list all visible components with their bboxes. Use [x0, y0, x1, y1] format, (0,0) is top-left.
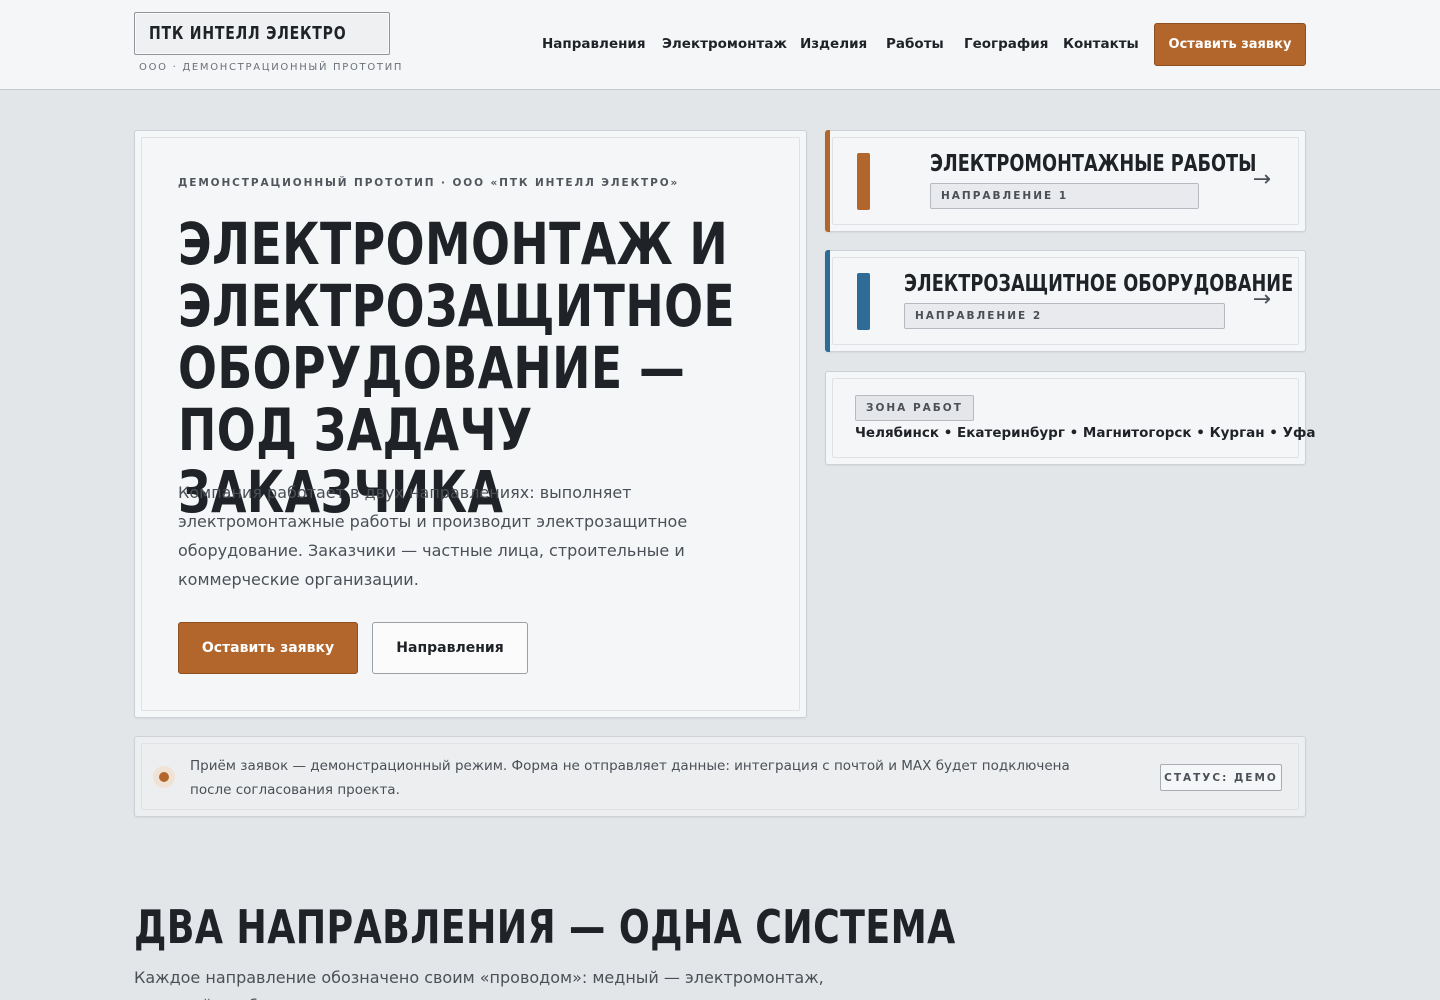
direction-card-equipment[interactable]: ЭЛЕКТРОЗАЩИТНОЕ ОБОРУДОВАНИЕ НАПРАВЛЕНИЕ…: [825, 250, 1306, 352]
section-description: Каждое направление обозначено своим «про…: [134, 968, 824, 1000]
section-title: ДВА НАПРАВЛЕНИЯ — ОДНА СИСТЕМА: [134, 900, 956, 954]
direction-title: ЭЛЕКТРОЗАЩИТНОЕ ОБОРУДОВАНИЕ: [904, 271, 1294, 297]
direction-card-electromontage[interactable]: ЭЛЕКТРОМОНТАЖНЫЕ РАБОТЫ НАПРАВЛЕНИЕ 1 →: [825, 130, 1306, 232]
logo-subtitle: ООО · ДЕМОНСТРАЦИОННЫЙ ПРОТОТИП: [139, 62, 404, 73]
zone-cities: Челябинск • Екатеринбург • Магнитогорск …: [855, 425, 1316, 441]
direction-tag: НАПРАВЛЕНИЕ 1: [930, 183, 1199, 209]
hero-eyebrow: ДЕМОНСТРАЦИОННЫЙ ПРОТОТИП · ООО «ПТК ИНТ…: [178, 177, 680, 189]
hero-card: ДЕМОНСТРАЦИОННЫЙ ПРОТОТИП · ООО «ПТК ИНТ…: [134, 130, 807, 718]
site-header: ПТК ИНТЕЛЛ ЭЛЕКТРО ООО · ДЕМОНСТРАЦИОННЫ…: [0, 0, 1440, 90]
header-request-button[interactable]: Оставить заявку: [1154, 23, 1306, 66]
arrow-right-icon: →: [1252, 287, 1271, 312]
direction-title: ЭЛЕКТРОМОНТАЖНЫЕ РАБОТЫ: [930, 151, 1257, 177]
hero-description: Компания работает в двух направлениях: в…: [178, 483, 688, 589]
nav-item-geography[interactable]: География: [964, 36, 1048, 52]
logo-text: ПТК ИНТЕЛЛ ЭЛЕКТРО: [149, 23, 347, 44]
nav-item-works[interactable]: Работы: [886, 36, 944, 52]
nav-item-directions[interactable]: Направления: [542, 36, 646, 52]
zone-tag: ЗОНА РАБОТ: [855, 395, 974, 421]
nav-item-products[interactable]: Изделия: [800, 36, 867, 52]
copper-wire-accent: [825, 130, 830, 232]
hero-title: ЭЛЕКТРОМОНТАЖ И ЭЛЕКТРОЗАЩИТНОЕ ОБОРУДОВ…: [178, 210, 736, 526]
copper-wire-icon: [857, 153, 870, 210]
nav-item-contacts[interactable]: Контакты: [1063, 36, 1139, 52]
status-dot-icon: [153, 766, 175, 788]
hero-directions-button[interactable]: Направления: [372, 622, 528, 674]
status-badge: СТАТУС: ДЕМО: [1160, 764, 1282, 791]
hero-request-button[interactable]: Оставить заявку: [178, 622, 358, 674]
work-zone-card: ЗОНА РАБОТ Челябинск • Екатеринбург • Ма…: [825, 371, 1316, 465]
demo-notice: Приём заявок — демонстрационный режим. Ф…: [134, 736, 1306, 817]
direction-tag: НАПРАВЛЕНИЕ 2: [904, 303, 1225, 329]
nav-item-electromontage[interactable]: Электромонтаж: [662, 36, 787, 52]
notice-text: Приём заявок — демонстрационный режим. Ф…: [190, 758, 1070, 798]
steel-wire-icon: [857, 273, 870, 330]
steel-wire-accent: [825, 250, 830, 352]
logo[interactable]: ПТК ИНТЕЛЛ ЭЛЕКТРО: [134, 12, 390, 55]
arrow-right-icon: →: [1252, 167, 1271, 192]
